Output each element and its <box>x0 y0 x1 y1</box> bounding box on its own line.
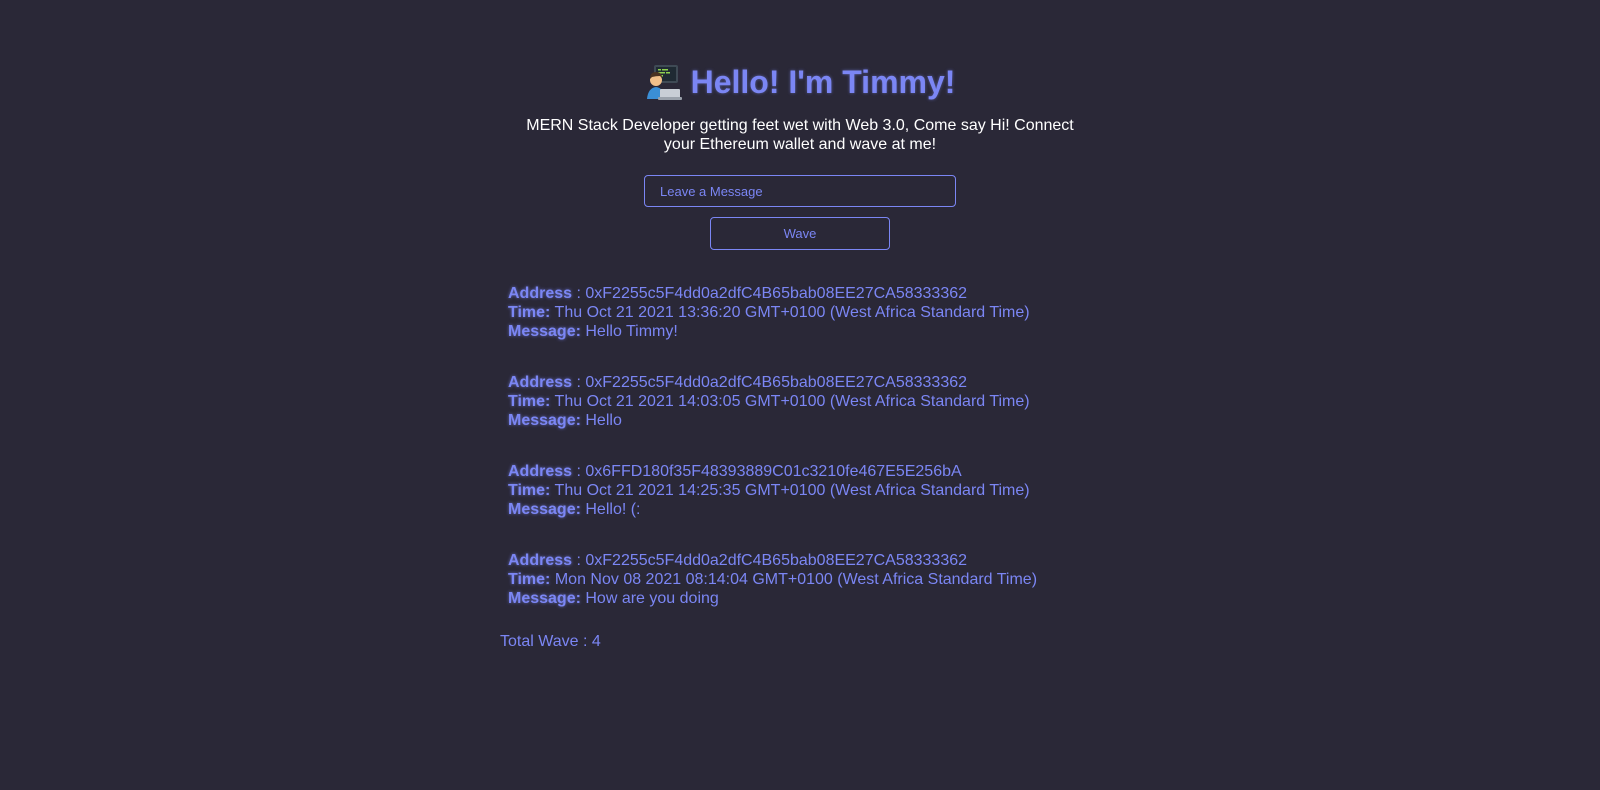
total-wave-value: 4 <box>591 633 601 650</box>
address-label: Address <box>508 285 573 302</box>
wave-address-row: Address : 0xF2255c5F4dd0a2dfC4B65bab08EE… <box>508 373 1108 392</box>
total-wave-count: Total Wave : 4 <box>500 632 601 651</box>
wave-time: Thu Oct 21 2021 14:03:05 GMT+0100 (West … <box>554 393 1030 410</box>
header: Hello! I'm Timmy! <box>0 58 1600 106</box>
address-separator: : <box>572 285 586 302</box>
wave-time-row: Time: Thu Oct 21 2021 14:03:05 GMT+0100 … <box>508 392 1108 411</box>
time-label: Time: <box>508 571 551 588</box>
wave-message-row: Message: Hello <box>508 411 1108 430</box>
wave-message: Hello! (: <box>585 501 641 518</box>
wave-message-row: Message: How are you doing <box>508 589 1108 608</box>
wave-entry: Address : 0x6FFD180f35F48393889C01c3210f… <box>508 462 1108 551</box>
message-input[interactable] <box>644 175 956 207</box>
address-separator: : <box>572 463 586 480</box>
wave-time-row: Time: Thu Oct 21 2021 13:36:20 GMT+0100 … <box>508 303 1108 322</box>
wave-entry: Address : 0xF2255c5F4dd0a2dfC4B65bab08EE… <box>508 551 1108 640</box>
wave-entry: Address : 0xF2255c5F4dd0a2dfC4B65bab08EE… <box>508 284 1108 373</box>
wave-time: Thu Oct 21 2021 14:25:35 GMT+0100 (West … <box>554 482 1030 499</box>
wave-message: Hello Timmy! <box>585 323 678 340</box>
wave-message: How are you doing <box>585 590 719 607</box>
wave-address: 0xF2255c5F4dd0a2dfC4B65bab08EE27CA583333… <box>585 285 968 302</box>
address-separator: : <box>572 552 586 569</box>
time-label: Time: <box>508 482 551 499</box>
message-label: Message: <box>508 323 581 340</box>
wave-address: 0x6FFD180f35F48393889C01c3210fe467E5E256… <box>585 463 962 480</box>
wave-button[interactable]: Wave <box>710 217 890 250</box>
technologist-emoji-icon <box>646 65 682 100</box>
wave-time: Mon Nov 08 2021 08:14:04 GMT+0100 (West … <box>554 571 1038 588</box>
address-separator: : <box>572 374 586 391</box>
wave-message: Hello <box>585 412 622 429</box>
page-subtitle: MERN Stack Developer getting feet wet wi… <box>526 117 1074 153</box>
wave-list: Address : 0xF2255c5F4dd0a2dfC4B65bab08EE… <box>508 284 1108 640</box>
wave-address: 0xF2255c5F4dd0a2dfC4B65bab08EE27CA583333… <box>585 552 968 569</box>
time-label: Time: <box>508 393 551 410</box>
page-title-text: Hello! I'm Timmy! <box>690 64 956 100</box>
wave-message-row: Message: Hello Timmy! <box>508 322 1108 341</box>
wave-time-row: Time: Thu Oct 21 2021 14:25:35 GMT+0100 … <box>508 481 1108 500</box>
page-title: Hello! I'm Timmy! <box>645 58 956 106</box>
message-label: Message: <box>508 412 581 429</box>
message-label: Message: <box>508 501 581 518</box>
address-label: Address <box>508 374 573 391</box>
total-wave-label: Total Wave : <box>500 633 592 650</box>
message-label: Message: <box>508 590 581 607</box>
wave-address-row: Address : 0x6FFD180f35F48393889C01c3210f… <box>508 462 1108 481</box>
wave-entry: Address : 0xF2255c5F4dd0a2dfC4B65bab08EE… <box>508 373 1108 462</box>
wave-portal-page: Hello! I'm Timmy! MERN Stack Developer g… <box>0 0 1600 790</box>
wave-message-row: Message: Hello! (: <box>508 500 1108 519</box>
wave-address: 0xF2255c5F4dd0a2dfC4B65bab08EE27CA583333… <box>585 374 968 391</box>
wave-time-row: Time: Mon Nov 08 2021 08:14:04 GMT+0100 … <box>508 570 1108 589</box>
time-label: Time: <box>508 304 551 321</box>
wave-address-row: Address : 0xF2255c5F4dd0a2dfC4B65bab08EE… <box>508 284 1108 303</box>
wave-address-row: Address : 0xF2255c5F4dd0a2dfC4B65bab08EE… <box>508 551 1108 570</box>
wave-time: Thu Oct 21 2021 13:36:20 GMT+0100 (West … <box>554 304 1030 321</box>
address-label: Address <box>508 552 573 569</box>
address-label: Address <box>508 463 573 480</box>
